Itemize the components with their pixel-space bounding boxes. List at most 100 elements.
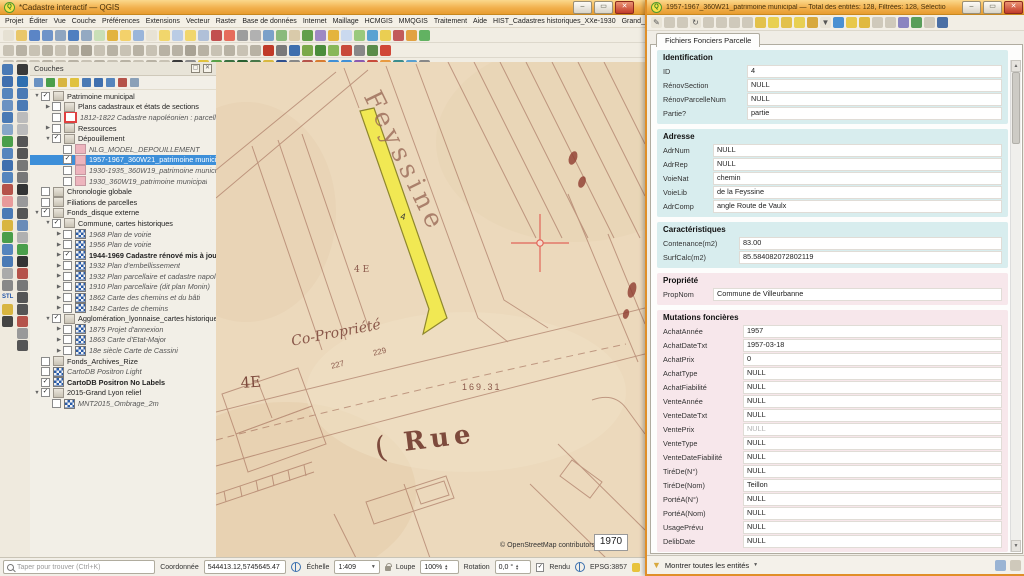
tree-expander-icon[interactable]: ▶	[55, 284, 63, 290]
minimize-button[interactable]: –	[573, 1, 592, 14]
field-value-input[interactable]: NULL	[743, 367, 1002, 380]
dock-tool-icon[interactable]	[17, 136, 28, 147]
field-value-input[interactable]: Commune de Villeurbanne	[713, 288, 1002, 301]
tree-expander-icon[interactable]: ▶	[55, 273, 63, 279]
field-value-input[interactable]: 0	[743, 353, 1002, 366]
close-button[interactable]: ✕	[1004, 1, 1023, 14]
layers-toolbar-icon[interactable]	[34, 78, 43, 87]
maximize-button[interactable]: ▭	[594, 1, 613, 14]
field-value-input[interactable]: 85.584082072802119	[739, 251, 1002, 264]
layer-visibility-checkbox[interactable]	[63, 272, 72, 281]
field-value-input[interactable]: NULL	[743, 395, 1002, 408]
dock-tool-icon[interactable]	[2, 64, 13, 75]
messages-icon[interactable]	[632, 563, 640, 572]
layer-visibility-checkbox[interactable]: ✓	[41, 388, 50, 397]
layer-visibility-checkbox[interactable]	[52, 113, 61, 122]
dock-tool-icon[interactable]	[17, 280, 28, 291]
layer-tree-item[interactable]: 1930_360W19_patrimoine municipal	[30, 176, 216, 187]
dock-tool-icon[interactable]	[17, 100, 28, 111]
layer-tree-item[interactable]: ▼✓Fonds_disque externe	[30, 208, 216, 219]
dock-tool-icon[interactable]	[2, 208, 13, 219]
attribute-toolbar-icon[interactable]	[885, 17, 896, 28]
rotation-spinbox[interactable]: 0,0 ° ▲▼	[495, 560, 531, 574]
spinner-arrows-icon[interactable]: ▲▼	[515, 564, 519, 571]
menu-item[interactable]: MMQGIS	[396, 18, 431, 25]
menu-item[interactable]: Extensions	[143, 18, 183, 25]
toolbar-icon[interactable]	[302, 45, 313, 56]
layers-toolbar-icon[interactable]	[94, 78, 103, 87]
toolbar-icon[interactable]	[328, 30, 339, 41]
layer-tree-item[interactable]: ▶1968 Plan de voirie	[30, 229, 216, 240]
toolbar-icon[interactable]	[42, 45, 53, 56]
menu-item[interactable]: Vecteur	[183, 18, 213, 25]
scale-combobox[interactable]: 1:409 ▼	[334, 560, 379, 574]
toolbar-icon[interactable]	[133, 45, 144, 56]
layer-tree-item[interactable]: ✓1957-1967_360W21_patrimoine municipal	[30, 155, 216, 166]
toolbar-icon[interactable]	[380, 30, 391, 41]
extent-icon[interactable]	[291, 562, 301, 572]
layer-tree-item[interactable]: Fonds_Archives_Rize	[30, 356, 216, 367]
attribute-toolbar-icon[interactable]	[677, 17, 688, 28]
attribute-toolbar-icon[interactable]	[872, 17, 883, 28]
layer-visibility-checkbox[interactable]	[63, 240, 72, 249]
dock-tool-icon[interactable]	[2, 160, 13, 171]
field-value-input[interactable]: 1957-03-18	[743, 339, 1002, 352]
dock-tool-icon[interactable]	[17, 184, 28, 195]
tree-expander-icon[interactable]: ▶	[55, 305, 63, 311]
menu-item[interactable]: Aide	[470, 18, 490, 25]
toolbar-icon[interactable]	[380, 45, 391, 56]
menu-item[interactable]: Raster	[213, 18, 240, 25]
toolbar-icon[interactable]	[341, 30, 352, 41]
toolbar-icon[interactable]	[120, 30, 131, 41]
field-value-input[interactable]: 1957	[743, 325, 1002, 338]
layer-tree-item[interactable]: ▶1932 Plan parcellaire et cadastre napol…	[30, 271, 216, 282]
layers-toolbar-icon[interactable]	[46, 78, 55, 87]
field-value-input[interactable]: de la Feyssine	[713, 186, 1002, 199]
toolbar-icon[interactable]	[120, 45, 131, 56]
toolbar-icon[interactable]	[198, 30, 209, 41]
field-value-input[interactable]: NULL	[743, 409, 1002, 422]
dock-tool-icon[interactable]	[17, 292, 28, 303]
dock-tool-icon[interactable]	[2, 76, 13, 87]
layer-tree-item[interactable]: ▼✓Dépouillement	[30, 133, 216, 144]
layer-visibility-checkbox[interactable]	[63, 304, 72, 313]
dock-tool-icon[interactable]	[2, 280, 13, 291]
menu-item[interactable]: Internet	[300, 18, 330, 25]
toolbar-icon[interactable]	[159, 45, 170, 56]
tree-expander-icon[interactable]: ▼	[44, 316, 52, 322]
toolbar-icon[interactable]	[55, 45, 66, 56]
attribute-toolbar-icon[interactable]	[846, 17, 857, 28]
close-button[interactable]: ✕	[615, 1, 634, 14]
layer-visibility-checkbox[interactable]	[52, 399, 61, 408]
attribute-toolbar-icon[interactable]	[898, 17, 909, 28]
toolbar-icon[interactable]	[3, 45, 14, 56]
toolbar-icon[interactable]	[94, 45, 105, 56]
tree-expander-icon[interactable]: ▶	[55, 263, 63, 269]
layer-tree-item[interactable]: Chronologie globale	[30, 186, 216, 197]
dock-tool-icon[interactable]	[17, 256, 28, 267]
field-value-input[interactable]: angle Route de Vaulx	[713, 200, 1002, 213]
render-checkbox[interactable]: ✓	[536, 563, 544, 572]
toolbar-icon[interactable]	[81, 30, 92, 41]
toolbar-icon[interactable]	[224, 45, 235, 56]
toolbar-icon[interactable]	[367, 30, 378, 41]
toolbar-icon[interactable]	[419, 30, 430, 41]
dock-tool-icon[interactable]	[2, 196, 13, 207]
field-value-input[interactable]: NULL	[743, 437, 1002, 450]
toolbar-icon[interactable]	[263, 45, 274, 56]
form-scrollbar[interactable]: ▲ ▼	[1010, 60, 1021, 552]
attribute-toolbar-icon[interactable]: ▼	[820, 17, 831, 28]
panel-dock-icon[interactable]: ▢	[191, 64, 200, 73]
field-value-input[interactable]: NULL	[743, 507, 1002, 520]
field-value-input[interactable]: NULL	[743, 521, 1002, 534]
layer-tree-item[interactable]: ✓CartoDB Positron No Labels	[30, 377, 216, 388]
attribute-toolbar-icon[interactable]: ✎	[651, 17, 662, 28]
layer-tree-item[interactable]: ▶1910 Plan parcellaire (dit plan Monin)	[30, 282, 216, 293]
layer-visibility-checkbox[interactable]: ✓	[63, 251, 72, 260]
dock-tool-icon[interactable]	[2, 220, 13, 231]
toolbar-icon[interactable]	[172, 45, 183, 56]
field-value-input[interactable]: 4	[747, 65, 1002, 78]
menu-item[interactable]: HIST_Cadastres historiques_XXe-1930	[490, 18, 619, 25]
feature-filter-button[interactable]: Montrer toutes les entités	[665, 561, 749, 570]
layer-tree-item[interactable]: ▶✓1944-1969 Cadastre rénové mis à jour	[30, 250, 216, 261]
